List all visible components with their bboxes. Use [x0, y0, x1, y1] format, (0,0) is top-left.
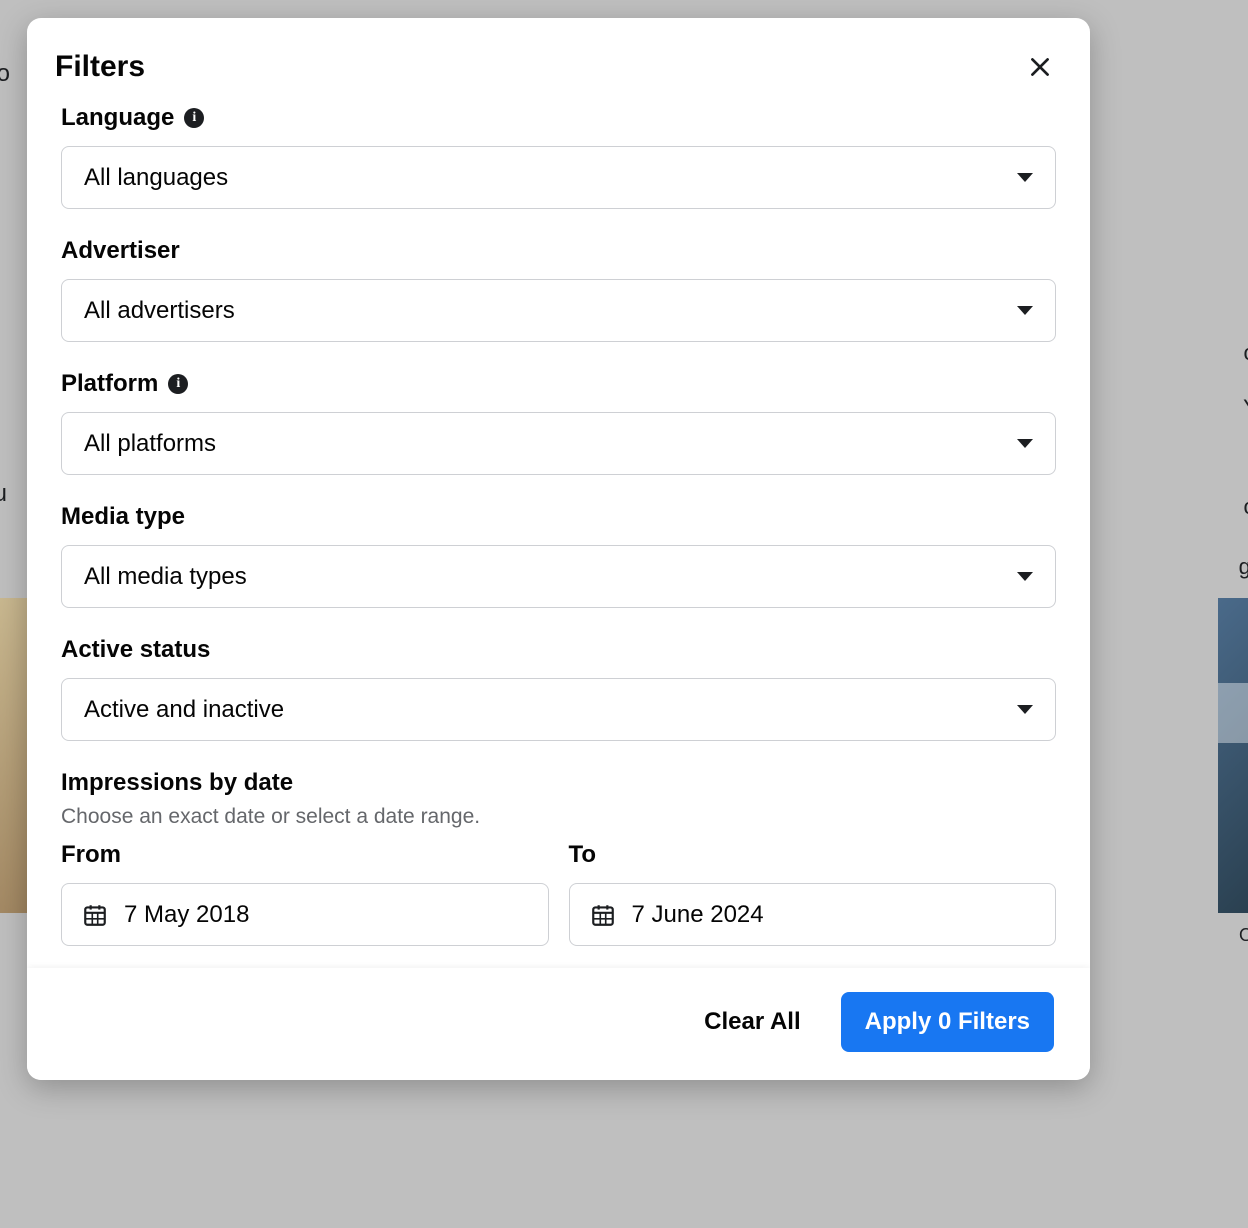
advertiser-value: All advertisers: [84, 297, 235, 325]
chevron-down-icon: [1017, 705, 1033, 714]
close-button[interactable]: [1024, 51, 1056, 83]
filter-group-platform: Platform i All platforms: [61, 370, 1056, 475]
active-status-select[interactable]: Active and inactive: [61, 678, 1056, 741]
bg-image: [1218, 683, 1248, 743]
media-type-label: Media type: [61, 503, 185, 531]
bg-image: [0, 598, 30, 913]
platform-select[interactable]: All platforms: [61, 412, 1056, 475]
filter-group-active-status: Active status Active and inactive: [61, 636, 1056, 741]
to-label: To: [569, 841, 1057, 869]
info-icon[interactable]: i: [184, 108, 204, 128]
calendar-icon: [82, 902, 108, 928]
from-label: From: [61, 841, 549, 869]
modal-title: Filters: [55, 50, 145, 84]
bg-text: op: [1244, 494, 1248, 520]
filter-group-advertiser: Advertiser All advertisers: [61, 237, 1056, 342]
chevron-down-icon: [1017, 173, 1033, 182]
active-status-value: Active and inactive: [84, 696, 284, 724]
impressions-helper: Choose an exact date or select a date ra…: [61, 805, 1056, 829]
filter-group-impressions: Impressions by date Choose an exact date…: [61, 769, 1056, 946]
modal-header: Filters: [27, 18, 1090, 96]
media-type-value: All media types: [84, 563, 247, 591]
date-to-input[interactable]: 7 June 2024: [569, 883, 1057, 946]
calendar-icon: [590, 902, 616, 928]
chevron-down-icon: [1017, 306, 1033, 315]
chevron-down-icon: [1017, 439, 1033, 448]
date-to-column: To 7 June 2024: [569, 841, 1057, 946]
bg-text: g y: [1239, 554, 1248, 580]
bg-image: [1218, 598, 1248, 913]
language-value: All languages: [84, 164, 228, 192]
clear-all-button[interactable]: Clear All: [696, 996, 808, 1048]
bg-text: on: [1244, 340, 1248, 366]
bg-text: OM: [1239, 925, 1248, 946]
date-from-value: 7 May 2018: [124, 901, 249, 929]
modal-body[interactable]: Language i All languages Advertiser All …: [27, 96, 1090, 968]
filter-group-media-type: Media type All media types: [61, 503, 1056, 608]
bg-text: Ou: [0, 480, 7, 508]
advertiser-select[interactable]: All advertisers: [61, 279, 1056, 342]
language-label: Language: [61, 104, 174, 132]
modal-footer: Clear All Apply 0 Filters: [27, 968, 1090, 1080]
filters-modal: Filters Language i All languages Adverti…: [27, 18, 1090, 1080]
impressions-label: Impressions by date: [61, 769, 293, 797]
active-status-label: Active status: [61, 636, 210, 664]
bg-text: Yo: [1243, 395, 1248, 421]
date-from-column: From 7 May 2018: [61, 841, 549, 946]
platform-label: Platform: [61, 370, 158, 398]
language-select[interactable]: All languages: [61, 146, 1056, 209]
media-type-select[interactable]: All media types: [61, 545, 1056, 608]
info-icon[interactable]: i: [168, 374, 188, 394]
close-icon: [1027, 54, 1053, 80]
date-from-input[interactable]: 7 May 2018: [61, 883, 549, 946]
platform-value: All platforms: [84, 430, 216, 458]
apply-filters-button[interactable]: Apply 0 Filters: [841, 992, 1054, 1052]
date-range-row: From 7 May 2018: [61, 841, 1056, 946]
filter-group-language: Language i All languages: [61, 104, 1056, 209]
chevron-down-icon: [1017, 572, 1033, 581]
bg-text: to: [0, 60, 10, 88]
date-to-value: 7 June 2024: [632, 901, 764, 929]
advertiser-label: Advertiser: [61, 237, 180, 265]
